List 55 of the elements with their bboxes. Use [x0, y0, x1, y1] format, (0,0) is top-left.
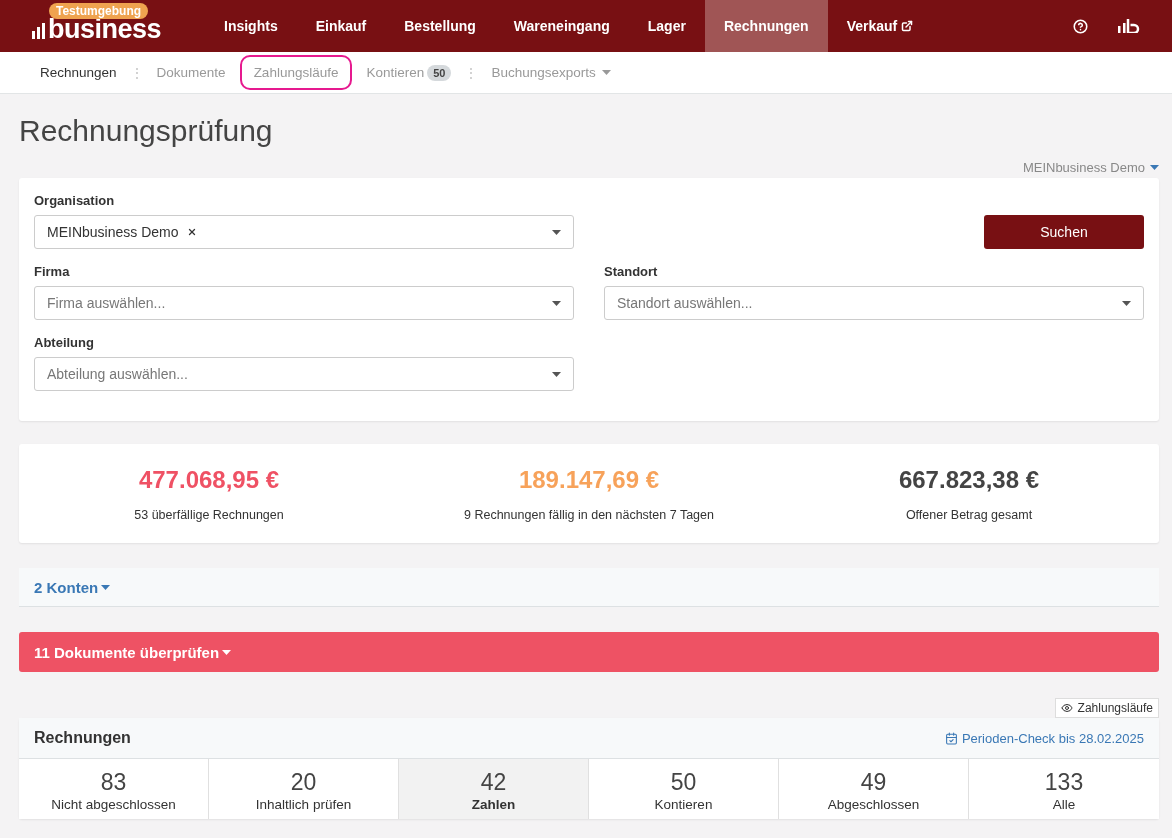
caret-icon [552, 229, 561, 235]
status-tab[interactable]: 50 Kontieren [589, 759, 779, 819]
nav-item[interactable]: Wareneingang [494, 0, 629, 52]
search-button[interactable]: Suchen [984, 215, 1144, 249]
nav-item[interactable]: Insights [205, 0, 297, 52]
nav-item[interactable]: Lager [628, 0, 705, 52]
caret-icon [1122, 300, 1131, 306]
calendar-icon [944, 731, 958, 745]
dots-divider: ⋮ [465, 65, 478, 80]
nav-item[interactable]: Einkauf [296, 0, 386, 52]
stat-caption: 53 überfällige Rechnungen [133, 508, 285, 522]
field-label: Standort [604, 264, 659, 279]
stat-caption: 9 Rechnungen fällig in den nächsten 7 Tagen [463, 508, 715, 522]
page-title: Rechnungsprüfung [19, 114, 274, 148]
caret-icon [601, 70, 611, 75]
field-label: Firma [34, 264, 71, 279]
help-icon[interactable] [1073, 18, 1088, 34]
stat-amount: 477.068,95 € [137, 466, 281, 494]
stat-amount: 667.823,38 € [897, 466, 1041, 494]
status-tab[interactable]: 83 Nicht abgeschlossen [19, 759, 209, 819]
subnav-tab[interactable]: Kontieren 50 [352, 54, 466, 91]
eye-icon [1060, 702, 1073, 714]
caret-icon [552, 300, 561, 306]
caret-icon [222, 649, 232, 655]
external-link-icon [901, 20, 914, 32]
dots-divider: ⋮ [130, 65, 143, 80]
remove-icon[interactable] [186, 227, 197, 237]
status-tab[interactable]: 20 Inhaltlich prüfen [209, 759, 399, 819]
field-label: Abteilung [34, 335, 95, 350]
stat-caption: Offener Betrag gesamt [904, 508, 1034, 522]
count-badge: 50 [427, 64, 452, 81]
dropdown-select[interactable]: Firma auswählen... [34, 286, 574, 320]
environment-badge: Testumgebung [49, 3, 149, 19]
logo-text[interactable]: business [48, 19, 162, 39]
accounts-toggle[interactable]: 2 Konten [34, 578, 111, 596]
status-tab[interactable]: 49 Abgeschlossen [779, 759, 969, 819]
card-title: Rechnungen [34, 729, 131, 747]
caret-icon [1150, 165, 1159, 170]
period-check-link[interactable]: Perioden-Check bis 28.02.2025 [944, 730, 1144, 746]
organisation-select[interactable]: MEINbusiness Demo [34, 215, 574, 249]
status-tab[interactable]: 133 Alle [969, 759, 1159, 819]
subnav-tab[interactable]: Rechnungen [26, 55, 131, 90]
stat-amount: 189.147,69 € [517, 466, 661, 494]
dropdown-select[interactable]: Abteilung auswählen... [34, 357, 574, 391]
dropdown-select[interactable]: Standort auswählen... [604, 286, 1144, 320]
field-label: Organisation [34, 193, 116, 208]
payment-runs-button[interactable]: Zahlungsläufe [1054, 698, 1159, 718]
status-tab[interactable]: 42 Zahlen [399, 759, 589, 819]
caret-icon [101, 584, 111, 590]
nav-item[interactable]: Verkauf [827, 0, 933, 52]
logo-bars-icon [32, 23, 46, 39]
nav-item[interactable]: Rechnungen [704, 0, 828, 52]
caret-icon [552, 371, 561, 377]
nav-item[interactable]: Bestellung [385, 0, 495, 52]
bars-logo-icon[interactable] [1118, 19, 1140, 33]
